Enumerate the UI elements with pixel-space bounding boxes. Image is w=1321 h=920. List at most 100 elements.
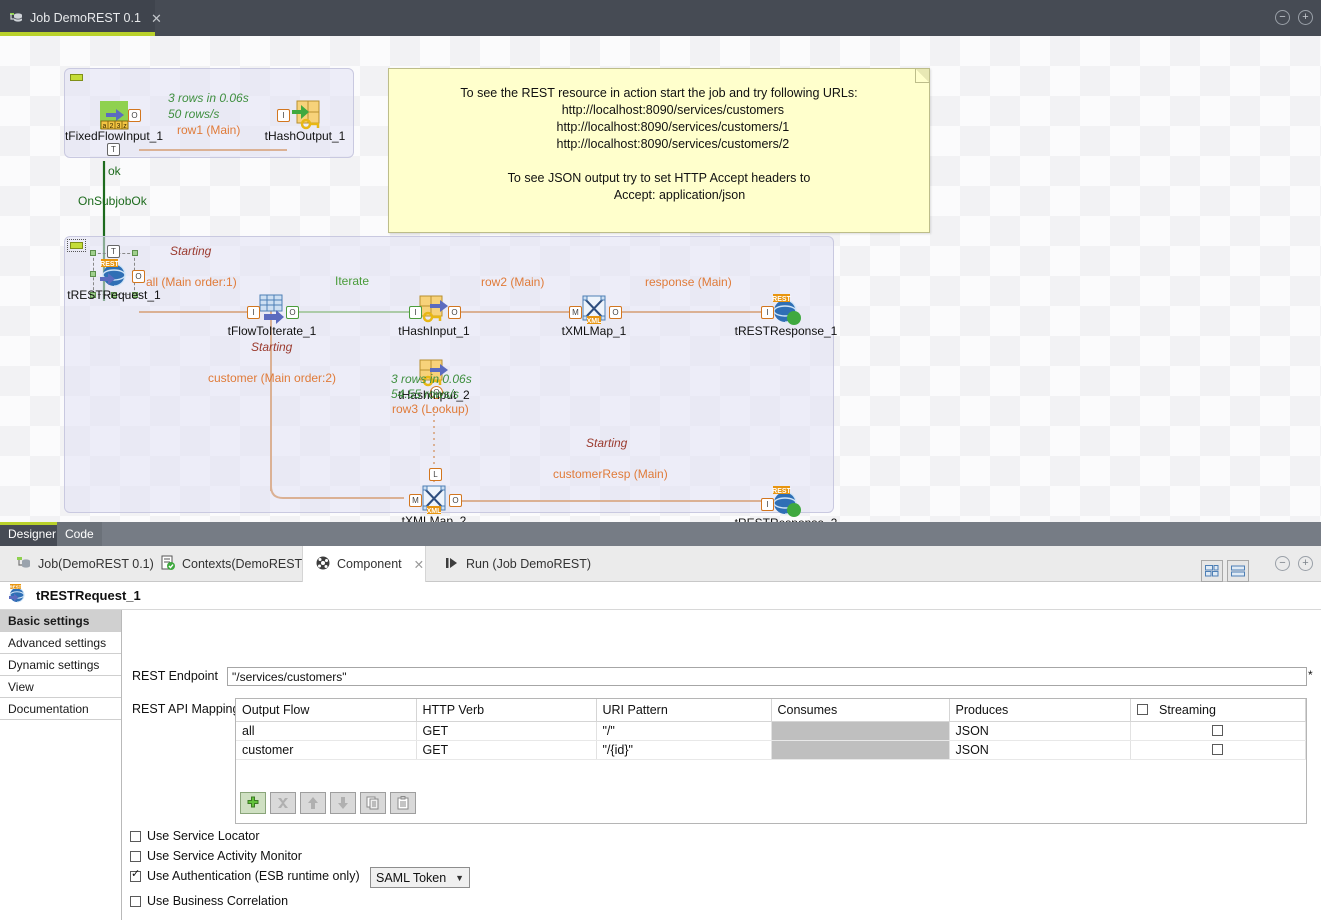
input-port-i[interactable]: I bbox=[761, 498, 774, 511]
tab-designer[interactable]: Designer bbox=[0, 522, 65, 546]
copy-button[interactable] bbox=[360, 792, 386, 814]
input-port-i[interactable]: I bbox=[409, 306, 422, 319]
tab-job-demorest[interactable]: Job(DemoREST 0.1) bbox=[4, 546, 166, 582]
designer-note[interactable]: To see the REST resource in action start… bbox=[388, 68, 930, 233]
column-uri-pattern[interactable]: URI Pattern bbox=[596, 699, 772, 722]
node-label: tRESTRequest_1 bbox=[67, 288, 161, 302]
lookup-port-l[interactable]: L bbox=[429, 468, 442, 481]
trigger-port-t[interactable]: T bbox=[107, 143, 120, 156]
streaming-checkbox[interactable] bbox=[1212, 724, 1224, 736]
rest-endpoint-input[interactable] bbox=[227, 667, 1307, 686]
node-thashoutput-1[interactable]: I tHashOutput_1 bbox=[265, 99, 345, 143]
streaming-checkbox[interactable] bbox=[1212, 743, 1224, 755]
checkbox-label: Use Business Correlation bbox=[147, 894, 289, 908]
input-port-i[interactable]: I bbox=[277, 109, 290, 122]
table-row[interactable]: all GET "/" JSON bbox=[236, 721, 1306, 741]
node-tflowtoiterate-1[interactable]: I O tFlowToIterate_1 bbox=[228, 294, 316, 338]
column-consumes[interactable]: Consumes bbox=[771, 699, 950, 722]
trigger-port-t[interactable]: T bbox=[107, 245, 120, 258]
job-editor-tab[interactable]: Job DemoREST 0.1 ✕ bbox=[0, 0, 162, 36]
streaming-header-checkbox[interactable] bbox=[1136, 703, 1148, 715]
input-port-m[interactable]: M bbox=[409, 494, 422, 507]
node-txmlmap-1[interactable]: XML M O tXMLMap_1 bbox=[562, 294, 626, 338]
cell-http-verb[interactable]: GET bbox=[416, 740, 597, 760]
selection-handle[interactable] bbox=[90, 271, 96, 277]
add-row-button[interactable] bbox=[240, 792, 266, 814]
svg-text:REST: REST bbox=[10, 584, 22, 589]
node-thashinput-1[interactable]: I O tHashInput_1 bbox=[398, 294, 470, 338]
authentication-type-value: SAML Token bbox=[376, 870, 447, 885]
table-row[interactable]: customer GET "/{id}" JSON bbox=[236, 740, 1306, 760]
column-http-verb[interactable]: HTTP Verb bbox=[416, 699, 597, 722]
subjob-2-collapse-icon[interactable] bbox=[67, 239, 86, 252]
checkbox-use-business-correlation[interactable]: Use Business Correlation bbox=[130, 894, 288, 908]
node-txmlmap-2[interactable]: XML M O L tXMLMap_2 bbox=[402, 468, 466, 522]
checkbox-use-service-locator[interactable]: Use Service Locator bbox=[130, 829, 260, 843]
output-port-o[interactable]: O bbox=[448, 306, 461, 319]
checkbox-use-authentication[interactable]: Use Authentication (ESB runtime only) bbox=[130, 869, 360, 883]
node-trestresponse-2[interactable]: REST I tRESTResponse_2 bbox=[735, 486, 837, 522]
job-designer-canvas[interactable]: To see the REST resource in action start… bbox=[0, 36, 1321, 522]
settings-item-basic-settings[interactable]: Basic settings bbox=[0, 610, 121, 632]
use-business-correlation-checkbox[interactable] bbox=[130, 895, 141, 907]
panel-tab-bar: Job(DemoREST 0.1) Contexts(DemoREST) Com… bbox=[0, 546, 1321, 582]
authentication-type-select[interactable]: SAML Token ▼ bbox=[370, 867, 470, 888]
node-trestresponse-1[interactable]: REST I tRESTResponse_1 bbox=[735, 294, 837, 338]
subjob-1-collapse-icon[interactable] bbox=[70, 74, 83, 81]
input-port-i[interactable]: I bbox=[247, 306, 260, 319]
cell-uri-pattern[interactable]: "/{id}" bbox=[596, 740, 772, 760]
list-view-icon[interactable] bbox=[1227, 560, 1249, 582]
settings-item-documentation[interactable]: Documentation bbox=[0, 698, 121, 720]
row2-main-link-label: row2 (Main) bbox=[481, 275, 545, 289]
node-label: tFixedFlowInput_1 bbox=[64, 129, 164, 143]
cell-consumes[interactable] bbox=[771, 721, 950, 741]
settings-item-view[interactable]: View bbox=[0, 676, 121, 698]
cell-streaming[interactable] bbox=[1130, 721, 1306, 741]
tab-code[interactable]: Code bbox=[57, 522, 102, 546]
input-port-i[interactable]: I bbox=[761, 306, 774, 319]
tab-run-job-demorest[interactable]: Run (Job DemoREST) bbox=[432, 546, 603, 582]
selection-handle[interactable] bbox=[90, 250, 96, 256]
node-tfixedflowinput-1[interactable]: a 2 3 z O T tFixedFlowInput_1 bbox=[65, 99, 163, 156]
column-produces[interactable]: Produces bbox=[949, 699, 1131, 722]
close-icon[interactable]: ✕ bbox=[151, 12, 162, 25]
rest-api-mapping-label: REST API Mapping bbox=[132, 702, 240, 716]
job-icon bbox=[16, 555, 32, 574]
use-authentication-checkbox[interactable] bbox=[130, 869, 141, 882]
use-service-locator-checkbox[interactable] bbox=[130, 830, 141, 842]
settings-item-advanced-settings[interactable]: Advanced settings bbox=[0, 632, 121, 654]
tab-component[interactable]: Component ✕ bbox=[302, 546, 426, 582]
use-service-activity-monitor-checkbox[interactable] bbox=[130, 850, 141, 862]
starting-label-3: Starting bbox=[586, 436, 628, 450]
selection-handle[interactable] bbox=[132, 250, 138, 256]
paste-button[interactable] bbox=[390, 792, 416, 814]
node-trestrequest-1[interactable]: REST O T tRESTRequest_1 bbox=[67, 245, 161, 302]
minimize-icon[interactable]: − bbox=[1275, 556, 1290, 571]
customer-main-link-label: customer (Main order:2) bbox=[208, 371, 337, 385]
input-port-m[interactable]: M bbox=[569, 306, 582, 319]
column-output-flow[interactable]: Output Flow bbox=[236, 699, 417, 722]
output-port-o[interactable]: O bbox=[609, 306, 622, 319]
cell-consumes[interactable] bbox=[771, 740, 950, 760]
grid-view-icon[interactable] bbox=[1201, 560, 1223, 582]
settings-item-dynamic-settings[interactable]: Dynamic settings bbox=[0, 654, 121, 676]
output-port-o[interactable]: O bbox=[449, 494, 462, 507]
cell-output-flow[interactable]: all bbox=[236, 721, 417, 741]
output-port-o[interactable]: O bbox=[128, 109, 141, 122]
cell-produces[interactable]: JSON bbox=[949, 721, 1131, 741]
column-streaming[interactable]: Streaming bbox=[1130, 699, 1306, 722]
output-port-o[interactable]: O bbox=[132, 270, 145, 283]
cell-streaming[interactable] bbox=[1130, 740, 1306, 760]
maximize-icon[interactable]: + bbox=[1298, 10, 1313, 25]
cell-http-verb[interactable]: GET bbox=[416, 721, 597, 741]
output-port-o[interactable]: O bbox=[286, 306, 299, 319]
tab-close-icon[interactable]: ✕ bbox=[414, 557, 424, 572]
cell-output-flow[interactable]: customer bbox=[236, 740, 417, 760]
maximize-icon[interactable]: + bbox=[1298, 556, 1313, 571]
minimize-icon[interactable]: − bbox=[1275, 10, 1290, 25]
cell-uri-pattern[interactable]: "/" bbox=[596, 721, 772, 741]
tab-contexts-demorest[interactable]: Contexts(DemoREST) bbox=[148, 546, 318, 582]
move-down-button bbox=[330, 792, 356, 814]
cell-produces[interactable]: JSON bbox=[949, 740, 1131, 760]
checkbox-use-service-activity-monitor[interactable]: Use Service Activity Monitor bbox=[130, 849, 302, 863]
